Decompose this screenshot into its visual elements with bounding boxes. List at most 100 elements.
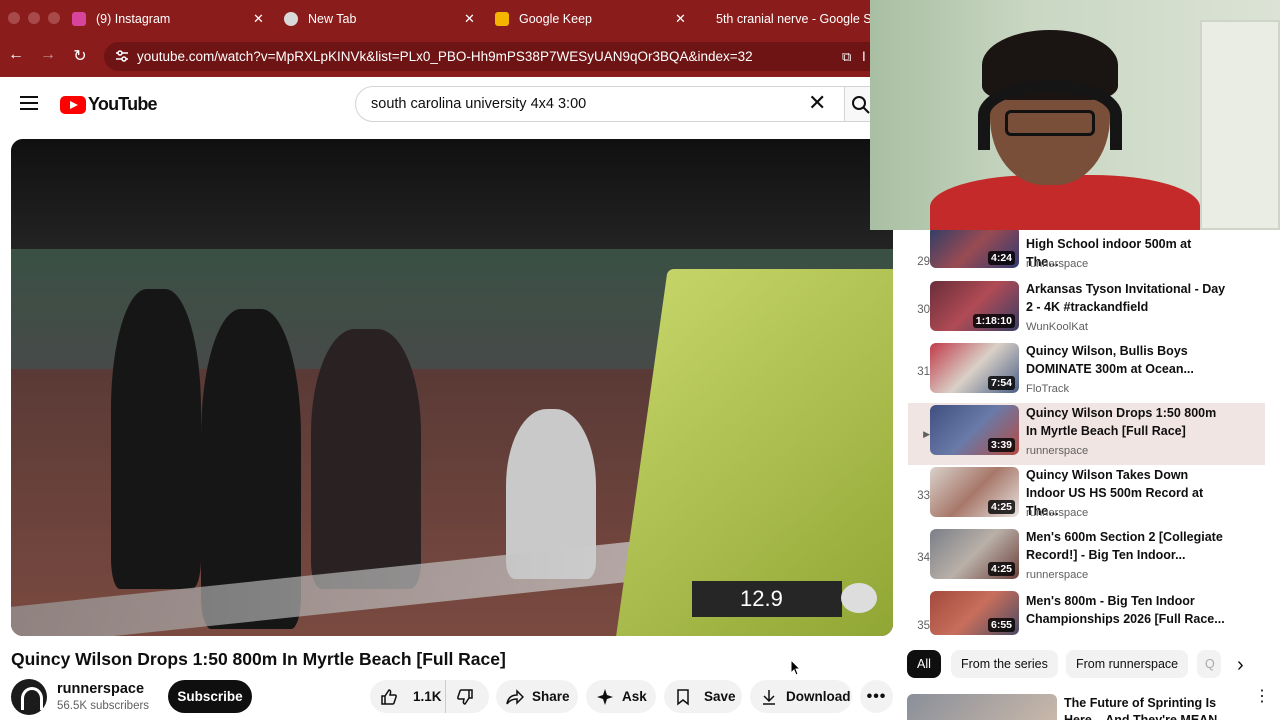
dislike-button[interactable]	[445, 680, 489, 713]
subscribe-button[interactable]: Subscribe	[168, 680, 252, 713]
playlist-item-channel: WunKoolKat	[1026, 321, 1088, 333]
tab-new-tab[interactable]: New Tab ✕	[284, 6, 484, 32]
channel-name[interactable]: runnerspace	[57, 681, 144, 697]
chip-truncated[interactable]: Q	[1197, 650, 1221, 678]
more-actions-button[interactable]: •••	[860, 680, 893, 713]
webcam-background-door	[1200, 20, 1280, 230]
instagram-icon	[72, 12, 86, 26]
chevron-right-icon[interactable]: ›	[1237, 654, 1244, 677]
site-settings-icon[interactable]	[115, 49, 129, 63]
search-icon	[852, 96, 870, 114]
playlist-index: 33	[917, 490, 930, 502]
close-window-button[interactable]	[8, 12, 20, 24]
ask-label: Ask	[622, 689, 647, 704]
tab-instagram[interactable]: (9) Instagram ✕	[72, 6, 272, 32]
keep-icon	[495, 12, 509, 26]
save-label: Save	[704, 689, 736, 704]
share-button[interactable]: Share	[496, 680, 578, 713]
tab-google-keep[interactable]: Google Keep ✕	[495, 6, 695, 32]
webcam-overlay	[870, 0, 1280, 230]
playlist-item-title: Men's 600m Section 2 [Collegiate Record!…	[1026, 530, 1223, 562]
playlist-index: 31	[917, 366, 930, 378]
playlist-item[interactable]: 33 4:25 Quincy Wilson Takes Down Indoor …	[908, 465, 1265, 527]
broadcast-logo	[841, 583, 877, 613]
url-suffix: I	[862, 49, 866, 64]
video-thumbnail[interactable]: 4:25	[930, 467, 1019, 517]
playlist-item[interactable]: 30 1:18:10 Arkansas Tyson Invitational -…	[908, 279, 1265, 341]
playlist-item-current[interactable]: ▶ 3:39 Quincy Wilson Drops 1:50 800m In …	[908, 403, 1265, 465]
playlist-item[interactable]: 35 6:55 Men's 800m - Big Ten Indoor Cham…	[908, 589, 1265, 635]
video-thumbnail[interactable]: 4:25	[930, 529, 1019, 579]
more-vert-icon[interactable]: ⋮	[1254, 689, 1270, 705]
share-label: Share	[532, 689, 570, 704]
video-title: Quincy Wilson Drops 1:50 800m In Myrtle …	[11, 649, 506, 669]
playlist-item-title: Men's 800m - Big Ten Indoor Championship…	[1026, 594, 1225, 626]
playlist-item[interactable]: 31 7:54 Quincy Wilson, Bullis Boys DOMIN…	[908, 341, 1265, 403]
video-duration: 3:39	[987, 438, 1015, 452]
bookmark-icon	[677, 688, 689, 706]
download-button[interactable]: Download	[750, 680, 852, 713]
recommendation-thumbnail[interactable]	[907, 694, 1057, 720]
video-duration: 1:18:10	[972, 314, 1015, 328]
video-figure	[311, 329, 421, 589]
tab-title: 5th cranial nerve - Google S	[716, 12, 870, 26]
playlist-item-title: Arkansas Tyson Invitational - Day 2 - 4K…	[1026, 282, 1226, 314]
clear-search-icon[interactable]: ✕	[808, 92, 826, 114]
chip-from-series[interactable]: From the series	[951, 650, 1058, 678]
close-icon[interactable]: ✕	[253, 11, 264, 27]
tab-title: (9) Instagram	[96, 12, 171, 26]
playlist-item-title: Quincy Wilson, Bullis Boys DOMINATE 300m…	[1026, 344, 1194, 376]
playlist-index: 30	[917, 304, 930, 316]
now-playing-icon: ▶	[923, 428, 930, 439]
subscriber-count: 56.5K subscribers	[57, 700, 150, 712]
download-icon	[763, 689, 775, 705]
playlist-item-channel: FloTrack	[1026, 383, 1070, 395]
url-text: youtube.com/watch?v=MpRXLpKINVk&list=PLx…	[137, 49, 753, 64]
download-label: Download	[786, 689, 851, 704]
tab-title: Google Keep	[519, 12, 592, 26]
like-button[interactable]: 1.1K	[370, 680, 445, 713]
youtube-logo[interactable]: YouTube	[60, 94, 158, 115]
video-duration: 7:54	[987, 376, 1015, 390]
video-duration: 6:55	[987, 618, 1015, 632]
video-duration: 4:25	[987, 562, 1015, 576]
channel-avatar[interactable]	[11, 679, 47, 715]
playlist-item-channel: runnerspace	[1026, 445, 1089, 457]
reload-icon[interactable]: ↻	[70, 46, 90, 66]
forward-arrow-icon[interactable]: →	[38, 46, 58, 64]
logo-text: YouTube	[88, 94, 158, 114]
like-count: 1.1K	[413, 689, 442, 704]
close-icon[interactable]: ✕	[464, 11, 475, 27]
share-icon	[506, 688, 524, 705]
playlist-item-title: Quincy Wilson Drops 1:50 800m In Myrtle …	[1026, 406, 1217, 438]
chip-all[interactable]: All	[907, 650, 941, 678]
video-duration: 4:25	[987, 500, 1015, 514]
browser-window: (9) Instagram ✕ New Tab ✕ Google Keep ✕ …	[0, 0, 1280, 720]
recommendation-title[interactable]: The Future of Sprinting Is Here... And T…	[1064, 695, 1224, 720]
playlist-item[interactable]: 34 4:25 Men's 600m Section 2 [Collegiate…	[908, 527, 1265, 589]
video-thumbnail[interactable]: 3:39	[930, 405, 1019, 455]
ask-button[interactable]: Ask	[586, 680, 656, 713]
chrome-icon	[284, 12, 298, 26]
video-thumbnail[interactable]: 1:18:10	[930, 281, 1019, 331]
webcam-glasses	[1005, 110, 1095, 136]
menu-icon[interactable]	[20, 96, 38, 110]
install-app-icon[interactable]: ⧉	[842, 49, 851, 65]
back-arrow-icon[interactable]: ←	[6, 46, 26, 64]
video-figure	[111, 289, 201, 589]
tab-title: New Tab	[308, 12, 357, 26]
tab-google-search[interactable]: 5th cranial nerve - Google S	[706, 6, 870, 32]
search-input[interactable]: south carolina university 4x4 3:00	[355, 86, 845, 122]
close-icon[interactable]: ✕	[675, 11, 686, 27]
playlist-index: 34	[917, 552, 930, 564]
video-thumbnail[interactable]: 6:55	[930, 591, 1019, 635]
video-thumbnail[interactable]: 7:54	[930, 343, 1019, 393]
mouse-cursor-icon	[790, 659, 802, 676]
save-button[interactable]: Save	[664, 680, 742, 713]
minimize-window-button[interactable]	[28, 12, 40, 24]
video-thumbnail[interactable]: 4:24	[930, 226, 1019, 268]
chip-from-channel[interactable]: From runnerspace	[1066, 650, 1189, 678]
playlist-item-channel: runnerspace	[1026, 258, 1089, 270]
video-player[interactable]: 12.9	[11, 139, 893, 636]
maximize-window-button[interactable]	[48, 12, 60, 24]
